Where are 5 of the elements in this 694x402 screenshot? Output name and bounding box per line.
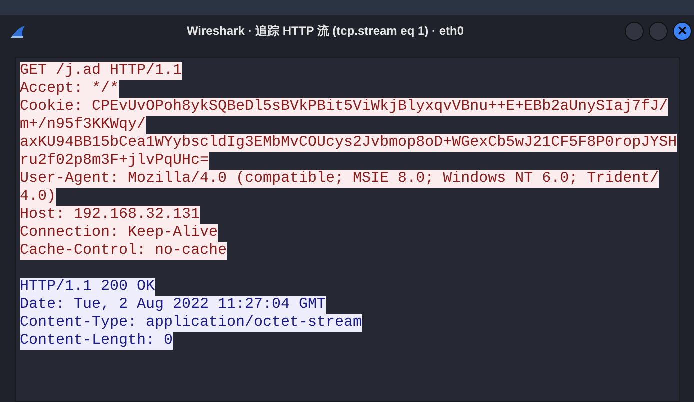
close-button[interactable]: × bbox=[673, 22, 692, 41]
maximize-button[interactable] bbox=[649, 22, 668, 41]
minimize-button[interactable] bbox=[625, 22, 644, 41]
window-title: Wireshark · 追踪 HTTP 流 (tcp.stream eq 1) · eth0 bbox=[186, 23, 466, 40]
shark-fin-icon bbox=[10, 24, 26, 38]
